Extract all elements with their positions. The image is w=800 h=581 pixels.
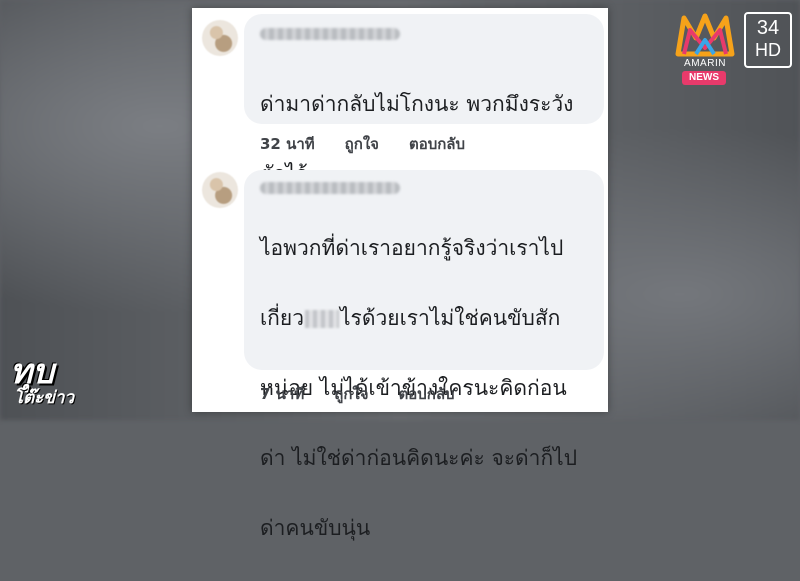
reply-button[interactable]: ตอบกลับ bbox=[399, 382, 455, 406]
comment-bubble: ไอพวกที่ด่าเราอยากรู้จริงว่าเราไป เกี่ยว… bbox=[244, 170, 604, 540]
program-logo-line2: โต๊ะข่าว bbox=[14, 388, 75, 408]
comment-line: เกี่ยว ไรด้วยเราไม่ใช่คนขับสัก bbox=[260, 301, 577, 336]
comment-line: ด่ามาด่ากลับไม่โกงนะ พวกมึงระวัง bbox=[260, 92, 574, 116]
channel-number-box: 34 HD bbox=[744, 12, 792, 68]
avatar[interactable] bbox=[202, 20, 238, 56]
comment-time[interactable]: 32 นาที bbox=[260, 132, 315, 156]
program-logo: ทุบ โต๊ะข่าว bbox=[10, 344, 92, 414]
comment-bubble: ด่ามาด่ากลับไม่โกงนะ พวกมึงระวัง ตัวไว้ bbox=[244, 14, 604, 186]
censored-word-blur bbox=[305, 310, 339, 328]
comment-line: ด่าคนขับนุ่น bbox=[260, 516, 371, 540]
like-button[interactable]: ถูกใจ bbox=[334, 382, 368, 406]
channel-hd: HD bbox=[755, 40, 781, 60]
amarin-crown-icon bbox=[675, 13, 735, 57]
commenter-name-blurred[interactable] bbox=[260, 28, 400, 40]
like-button[interactable]: ถูกใจ bbox=[345, 132, 379, 156]
amarin-tv-logo: AMARIN NEWS 34 HD bbox=[664, 6, 794, 88]
comment-fragment: ไรด้วยเราไม่ใช่คนขับสัก bbox=[340, 306, 561, 330]
avatar[interactable] bbox=[202, 172, 238, 208]
comment-2: ไอพวกที่ด่าเราอยากรู้จริงว่าเราไป เกี่ยว… bbox=[192, 168, 608, 540]
comment-actions: 7 นาที ถูกใจ ตอบกลับ bbox=[260, 382, 455, 406]
reply-button[interactable]: ตอบกลับ bbox=[409, 132, 465, 156]
comment-actions: 32 นาที ถูกใจ ตอบกลับ bbox=[260, 132, 465, 156]
comment-fragment: เกี่ยว bbox=[260, 306, 304, 330]
commenter-name-blurred[interactable] bbox=[260, 182, 400, 194]
comment-time[interactable]: 7 นาที bbox=[260, 382, 304, 406]
comment-line: ด่า ไม่ใช่ด่าก่อนคิดนะค่ะ จะด่าก็ไป bbox=[260, 446, 578, 470]
news-tag: NEWS bbox=[682, 71, 726, 85]
comment-line: ไอพวกที่ด่าเราอยากรู้จริงว่าเราไป bbox=[260, 236, 564, 260]
comment-screenshot-card: ด่ามาด่ากลับไม่โกงนะ พวกมึงระวัง ตัวไว้ … bbox=[192, 8, 608, 540]
comment-1: ด่ามาด่ากลับไม่โกงนะ พวกมึงระวัง ตัวไว้ … bbox=[192, 8, 608, 186]
channel-number: 34 bbox=[756, 17, 780, 39]
broadcaster-name: AMARIN bbox=[684, 58, 726, 69]
